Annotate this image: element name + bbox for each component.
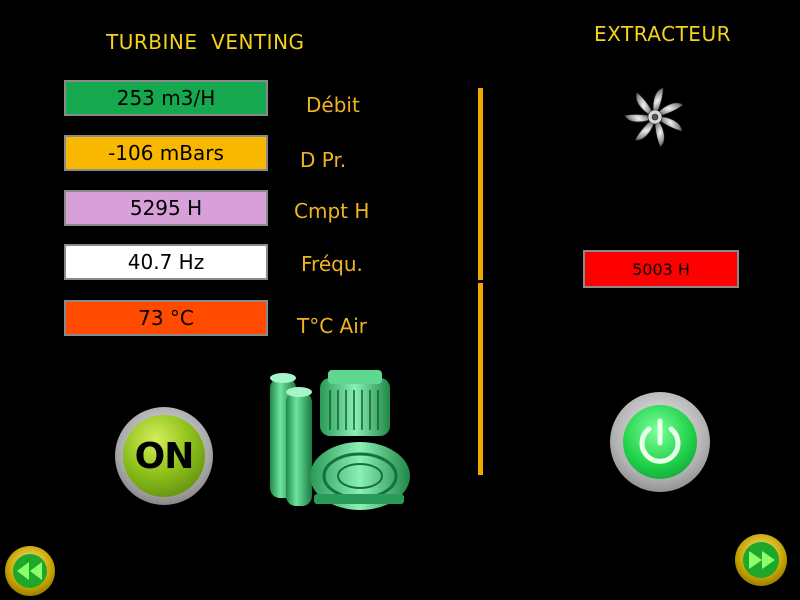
- dpr-label: D Pr.: [300, 148, 347, 172]
- extracteur-title: EXTRACTEUR: [594, 22, 731, 46]
- frequ-value: 40.7 Hz: [64, 244, 268, 280]
- extracteur-hours: 5003 H: [583, 250, 739, 288]
- frequ-label: Fréqu.: [301, 252, 363, 276]
- fast-forward-button[interactable]: [735, 534, 787, 586]
- fast-forward-icon: [743, 542, 779, 578]
- on-label: ON: [134, 435, 195, 477]
- debit-value: 253 m3/H: [64, 80, 268, 116]
- cmpt-h-label: Cmpt H: [294, 199, 370, 223]
- on-button[interactable]: ON: [115, 407, 213, 505]
- fan-icon: [618, 80, 692, 154]
- rewind-button[interactable]: [5, 546, 55, 596]
- debit-label: Débit: [306, 93, 360, 117]
- power-button[interactable]: [610, 392, 710, 492]
- rewind-icon: [13, 554, 47, 588]
- temp-air-label: T°C Air: [297, 314, 367, 338]
- dpr-value: -106 mBars: [64, 135, 268, 171]
- cmpt-h-value: 5295 H: [64, 190, 268, 226]
- power-icon: [639, 418, 681, 464]
- blower-motor-icon: [268, 366, 412, 518]
- turbine-title: TURBINE VENTING: [106, 30, 305, 54]
- divider-bottom: [478, 283, 483, 475]
- divider-top: [478, 88, 483, 280]
- temp-air-value: 73 °C: [64, 300, 268, 336]
